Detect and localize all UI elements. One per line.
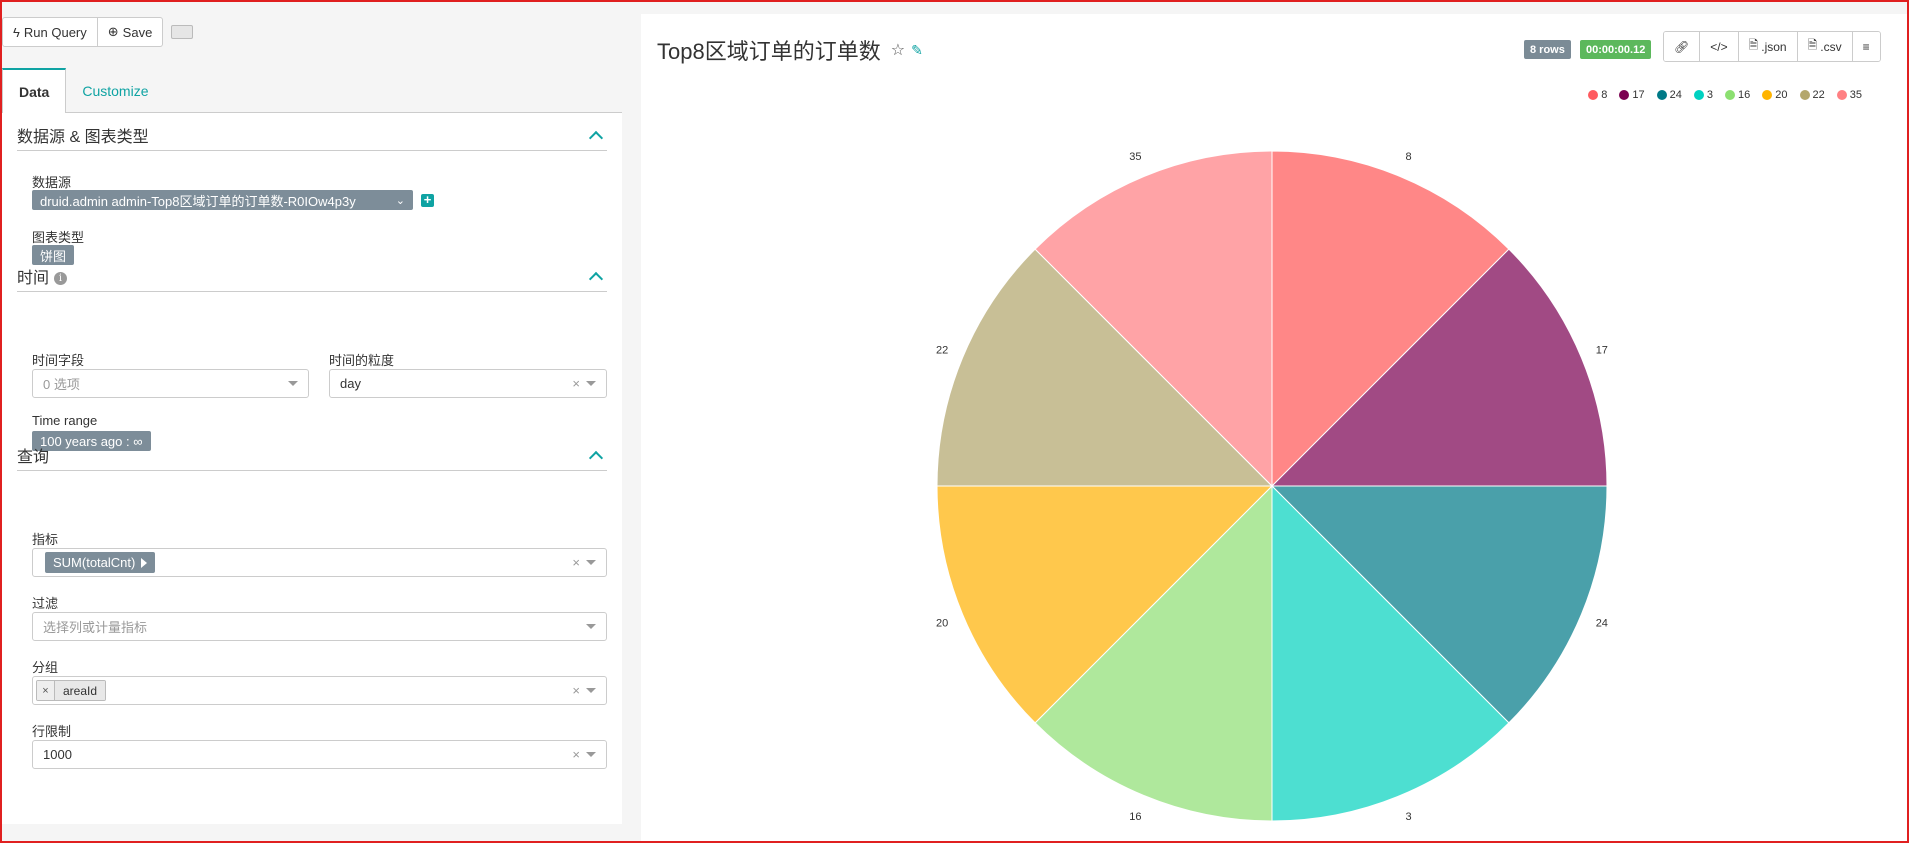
- data-tab-panel: 数据源 & 图表类型 数据源 druid.admin admin-Top8区域订…: [2, 113, 622, 824]
- section-query-title: 查询: [17, 448, 50, 466]
- slice-label: 35: [1129, 151, 1141, 163]
- chevron-up-icon[interactable]: [588, 450, 604, 465]
- section-time-title-wrap: 时间 i: [17, 264, 68, 288]
- explore-control-panel: ϟ Run Query ⊕ Save Data Customize 数据源 & …: [2, 2, 622, 824]
- section-time-header[interactable]: 时间 i: [17, 260, 607, 292]
- chevron-down-icon: ⌄: [395, 194, 405, 207]
- time-field-placeholder: 0 选项: [43, 377, 80, 392]
- tab-data[interactable]: Data: [2, 68, 67, 113]
- metrics-label: 指标: [32, 532, 59, 547]
- clear-icon[interactable]: ×: [572, 683, 580, 698]
- caret-down-icon: [288, 381, 298, 386]
- time-field-select[interactable]: 0 选项: [32, 369, 309, 398]
- pie-chart: 8 17 24 3 16 20 22 35: [936, 150, 1608, 823]
- row-limit-label: 行限制: [32, 724, 72, 739]
- slice-label: 17: [1596, 344, 1608, 356]
- granularity-select[interactable]: day ×: [329, 369, 607, 398]
- caret-down-icon: [586, 381, 596, 386]
- chevron-up-icon[interactable]: [588, 130, 604, 145]
- slice-label: 3: [1406, 811, 1412, 823]
- caret-down-icon: [586, 624, 596, 629]
- slice-label: 24: [1596, 618, 1608, 630]
- control-tabs: Data Customize: [2, 68, 622, 113]
- clear-icon[interactable]: ×: [572, 747, 580, 762]
- granularity-label: 时间的粒度: [329, 353, 395, 368]
- remove-icon[interactable]: ×: [37, 681, 55, 700]
- run-query-button[interactable]: ϟ Run Query: [2, 17, 98, 47]
- time-field-label: 时间字段: [32, 353, 85, 368]
- groupby-value: areaId: [55, 681, 106, 700]
- section-datasource-title: 数据源 & 图表类型: [17, 128, 149, 146]
- save-button[interactable]: ⊕ Save: [97, 17, 164, 47]
- slice-label: 22: [936, 344, 948, 356]
- tab-customize[interactable]: Customize: [66, 68, 164, 113]
- granularity-value: day: [340, 376, 361, 391]
- metric-value: SUM(totalCnt): [53, 555, 136, 570]
- datasource-label: 数据源: [32, 175, 72, 190]
- datasource-value: druid.admin admin-Top8区域订单的订单数-R0IOw4p3y: [40, 193, 356, 209]
- caret-down-icon: [586, 560, 596, 565]
- clear-icon[interactable]: ×: [572, 376, 580, 391]
- caret-right-icon: [141, 557, 148, 568]
- groupby-select[interactable]: × areaId ×: [32, 676, 607, 705]
- metrics-select[interactable]: SUM(totalCnt) ×: [32, 548, 607, 577]
- groupby-chip[interactable]: × areaId: [36, 680, 107, 701]
- bolt-icon: ϟ: [13, 24, 20, 40]
- metric-chip[interactable]: SUM(totalCnt): [45, 552, 156, 573]
- filter-label: 过滤: [32, 596, 59, 611]
- chevron-up-icon[interactable]: [588, 271, 604, 286]
- row-limit-select[interactable]: 1000 ×: [32, 740, 607, 769]
- section-datasource-header[interactable]: 数据源 & 图表类型: [17, 119, 607, 151]
- save-label: Save: [122, 24, 153, 40]
- time-range-label: Time range: [32, 413, 98, 428]
- info-icon[interactable]: i: [54, 271, 68, 285]
- caret-down-icon: [586, 752, 596, 757]
- slice-label: 16: [1129, 811, 1141, 823]
- filter-select[interactable]: 选择列或计量指标: [32, 612, 607, 641]
- query-toolbar: ϟ Run Query ⊕ Save: [2, 16, 194, 48]
- slice-label: 20: [936, 618, 948, 630]
- row-limit-value: 1000: [43, 747, 72, 762]
- section-query-header[interactable]: 查询: [17, 439, 607, 471]
- caret-down-icon: [586, 688, 596, 693]
- groupby-label: 分组: [32, 660, 59, 675]
- keyboard-icon[interactable]: [171, 25, 194, 39]
- slice-label: 8: [1406, 151, 1412, 163]
- filter-placeholder: 选择列或计量指标: [43, 620, 148, 635]
- viz-type-label: 图表类型: [32, 230, 85, 245]
- datasource-select[interactable]: druid.admin admin-Top8区域订单的订单数-R0IOw4p3y…: [32, 190, 413, 210]
- section-time-title: 时间: [17, 269, 50, 287]
- chart-container: Top8区域订单的订单数 ☆ ✎ 8 rows 00:00:00.12 🔗︎ <…: [641, 14, 1907, 843]
- run-query-label: Run Query: [23, 24, 87, 40]
- clear-icon[interactable]: ×: [572, 555, 580, 570]
- add-datasource-icon[interactable]: +: [421, 193, 434, 207]
- plus-circle-icon: ⊕: [107, 24, 119, 39]
